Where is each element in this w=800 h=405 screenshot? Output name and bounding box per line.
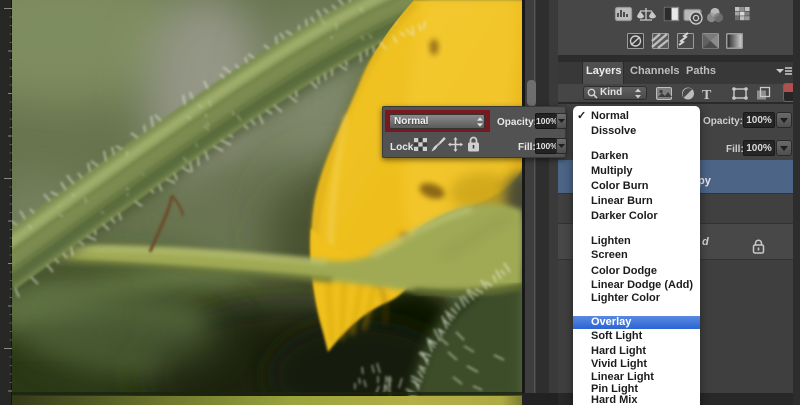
svg-text:T: T xyxy=(702,88,712,102)
